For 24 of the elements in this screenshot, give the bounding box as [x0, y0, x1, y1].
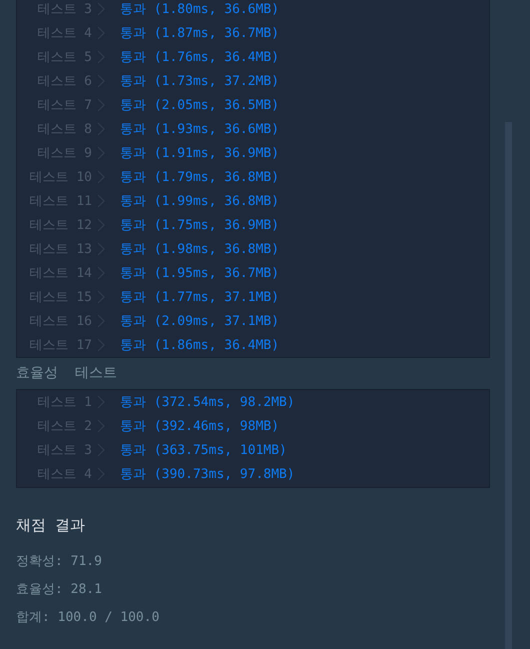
test-result: 통과 (1.98ms, 36.8MB) — [120, 241, 280, 258]
test-result: 통과 (1.93ms, 36.6MB) — [120, 121, 280, 138]
score-line: 정확성: 71.9 — [16, 553, 103, 571]
test-result: 통과 (1.80ms, 36.6MB) — [120, 1, 280, 18]
test-result: 통과 (2.09ms, 37.1MB) — [120, 313, 280, 330]
test-result: 통과 (1.87ms, 36.7MB) — [120, 25, 280, 42]
test-result: 통과 (363.75ms, 101MB) — [120, 442, 287, 459]
test-result: 통과 (1.76ms, 36.4MB) — [120, 49, 280, 66]
test-result: 통과 (1.75ms, 36.9MB) — [120, 217, 280, 234]
section-title: 효율성 테스트 — [16, 364, 118, 382]
test-result: 통과 (2.05ms, 36.5MB) — [120, 97, 280, 114]
test-result: 통과 (1.99ms, 36.8MB) — [120, 193, 280, 210]
test-result: 통과 (392.46ms, 98MB) — [120, 418, 280, 435]
test-result: 통과 (1.77ms, 37.1MB) — [120, 289, 280, 306]
test-result: 통과 (1.79ms, 36.8MB) — [120, 169, 280, 186]
score-line: 합계: 100.0 / 100.0 — [16, 609, 160, 627]
grading-title: 채점 결과 — [16, 516, 86, 535]
test-result: 통과 (372.54ms, 98.2MB) — [120, 394, 295, 411]
test-result: 통과 (1.73ms, 37.2MB) — [120, 73, 280, 90]
test-result: 통과 (390.73ms, 97.8MB) — [120, 466, 295, 483]
test-result: 통과 (1.91ms, 36.9MB) — [120, 145, 280, 162]
test-result: 통과 (1.86ms, 36.4MB) — [120, 337, 280, 354]
score-line: 효율성: 28.1 — [16, 581, 103, 599]
test-result: 통과 (1.95ms, 36.7MB) — [120, 265, 280, 282]
